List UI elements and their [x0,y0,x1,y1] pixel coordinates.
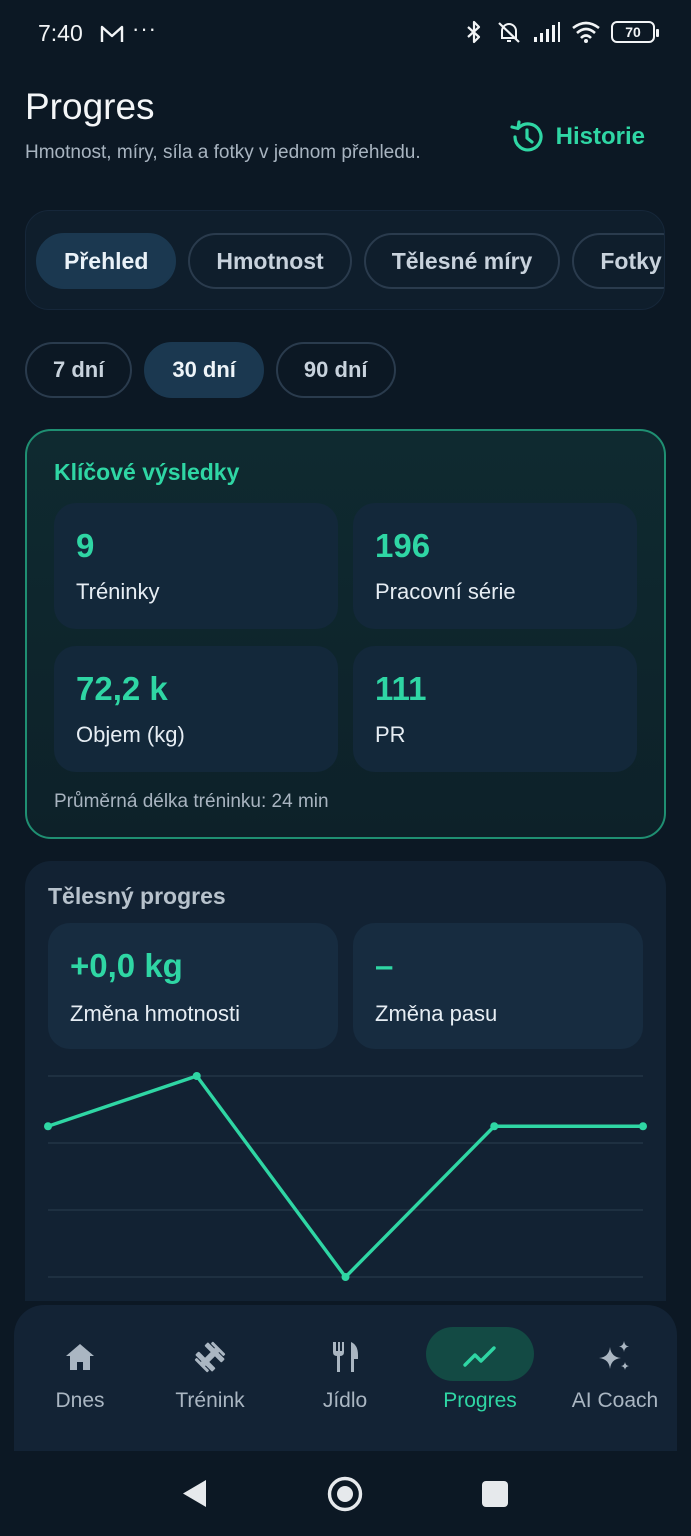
stat-label: PR [375,722,406,747]
weight-line-chart [44,1072,647,1281]
page-title: Progres [25,86,155,127]
nav-ai-coach[interactable]: AI Coach [549,1305,681,1451]
stat-value: 111 [375,670,427,707]
average-duration: Průměrná délka tréninku: 24 min [54,791,329,812]
key-results-card: Klíčové výsledky 9 Tréninky 196 Pracovní… [25,429,666,839]
page-subtitle: Hmotnost, míry, síla a fotky v jednom př… [25,142,421,163]
home-button[interactable] [327,1476,363,1512]
stat-volume: 72,2 k Objem (kg) [54,646,338,772]
status-bar: 7:40 ··· 70 [0,0,691,70]
tab-photos[interactable]: Fotky [572,233,664,289]
stat-label: Pracovní série [375,579,516,604]
signal-icon [534,22,560,42]
stat-label: Objem (kg) [76,722,185,747]
home-icon [66,1344,94,1370]
recents-button[interactable] [482,1481,508,1507]
stat-pr: 111 PR [353,646,637,772]
dumbbell-icon [194,1341,226,1373]
range-7-days[interactable]: 7 dní [25,342,133,398]
chart-point [490,1122,499,1131]
nav-training[interactable]: Trénink [144,1305,276,1451]
chart-point [341,1273,350,1281]
battery-level: 70 [625,24,641,40]
stat-value: 72,2 k [76,670,168,707]
sparkles-icon [599,1341,629,1370]
stat-value: 9 [76,527,95,564]
history-button[interactable]: Historie [508,118,645,156]
fork-knife-icon [333,1342,358,1372]
chart-point [192,1072,201,1080]
mail-icon [100,25,124,42]
key-results-title: Klíčové výsledky [54,459,240,485]
nav-today[interactable]: Dnes [14,1305,146,1451]
body-progress-card: Tělesný progres +0,0 kg Změna hmotnosti … [25,861,666,1301]
wifi-icon [572,21,600,43]
range-selector: 7 dní 30 dní 90 dní [25,342,396,398]
stat-workouts: 9 Tréninky [54,503,338,629]
bottom-navigation: Dnes Trénink Jídlo Progres AI Coach [14,1305,677,1451]
mute-icon [498,22,520,43]
trend-icon [463,1346,496,1367]
range-30-days[interactable]: 30 dní [144,342,264,398]
stat-value: 196 [375,527,431,564]
chart-series-line [47,1074,643,1279]
tab-weight[interactable]: Hmotnost [188,233,352,289]
battery-icon: 70 [611,21,659,43]
history-icon [510,120,543,152]
status-icons: 70 [463,20,659,44]
tab-body-measurements[interactable]: Tělesné míry [363,233,561,289]
nav-label: Jídlo [322,1389,368,1412]
history-label: Historie [555,123,645,150]
nav-label: Dnes [55,1389,105,1412]
range-90-days[interactable]: 90 dní [275,342,396,398]
nav-food[interactable]: Jídlo [279,1305,411,1451]
stat-label: Tréninky [76,579,160,604]
tab-overview[interactable]: Přehled [36,233,177,289]
tab-bar: Přehled Hmotnost Tělesné míry Fotky [36,233,664,289]
stat-working-sets: 196 Pracovní série [353,503,637,629]
nav-label: Trénink [175,1389,245,1412]
more-notifications-icon: ··· [132,16,157,41]
back-button[interactable] [183,1480,206,1507]
nav-label: Progres [443,1389,517,1412]
nav-progress[interactable]: Progres [414,1305,546,1451]
nav-label: AI Coach [571,1389,659,1412]
system-navigation-bar [0,1451,691,1536]
bluetooth-icon [467,20,481,44]
chart-point [639,1122,647,1131]
tabs-container: Přehled Hmotnost Tělesné míry Fotky [25,210,665,310]
status-time: 7:40 [38,20,83,46]
chart-point [44,1122,52,1131]
